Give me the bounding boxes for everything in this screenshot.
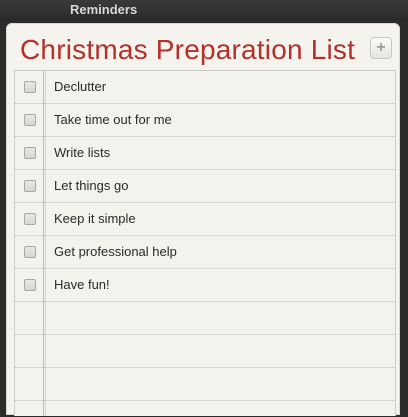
checkbox[interactable] — [24, 213, 36, 225]
list-item[interactable]: Keep it simple — [15, 203, 395, 236]
checkbox[interactable] — [24, 81, 36, 93]
checkbox[interactable] — [24, 147, 36, 159]
add-reminder-button[interactable]: + — [370, 37, 392, 59]
checkbox[interactable] — [24, 114, 36, 126]
empty-row[interactable] — [15, 335, 395, 368]
empty-row[interactable] — [15, 302, 395, 335]
app-title: Reminders — [70, 2, 138, 17]
checkbox[interactable] — [24, 246, 36, 258]
reminder-list: Declutter Take time out for me Write lis… — [14, 70, 396, 416]
reminders-paper: Christmas Preparation List + Declutter T… — [6, 23, 400, 416]
reminder-text[interactable]: Write lists — [54, 145, 110, 160]
list-item[interactable]: Have fun! — [15, 269, 395, 302]
checkbox[interactable] — [24, 279, 36, 291]
reminder-text[interactable]: Have fun! — [54, 277, 110, 292]
plus-icon: + — [376, 39, 386, 56]
reminder-text[interactable]: Get professional help — [54, 244, 177, 259]
reminder-text[interactable]: Keep it simple — [54, 211, 136, 226]
checkbox[interactable] — [24, 180, 36, 192]
list-item[interactable]: Declutter — [15, 71, 395, 104]
list-item[interactable]: Get professional help — [15, 236, 395, 269]
reminder-text[interactable]: Let things go — [54, 178, 128, 193]
list-item[interactable]: Take time out for me — [15, 104, 395, 137]
empty-row[interactable] — [15, 401, 395, 416]
list-title: Christmas Preparation List — [20, 34, 356, 65]
list-item[interactable]: Write lists — [15, 137, 395, 170]
reminder-text[interactable]: Declutter — [54, 79, 106, 94]
list-item[interactable]: Let things go — [15, 170, 395, 203]
reminder-text[interactable]: Take time out for me — [54, 112, 172, 127]
window-titlebar: Reminders — [0, 0, 408, 20]
empty-row[interactable] — [15, 368, 395, 401]
